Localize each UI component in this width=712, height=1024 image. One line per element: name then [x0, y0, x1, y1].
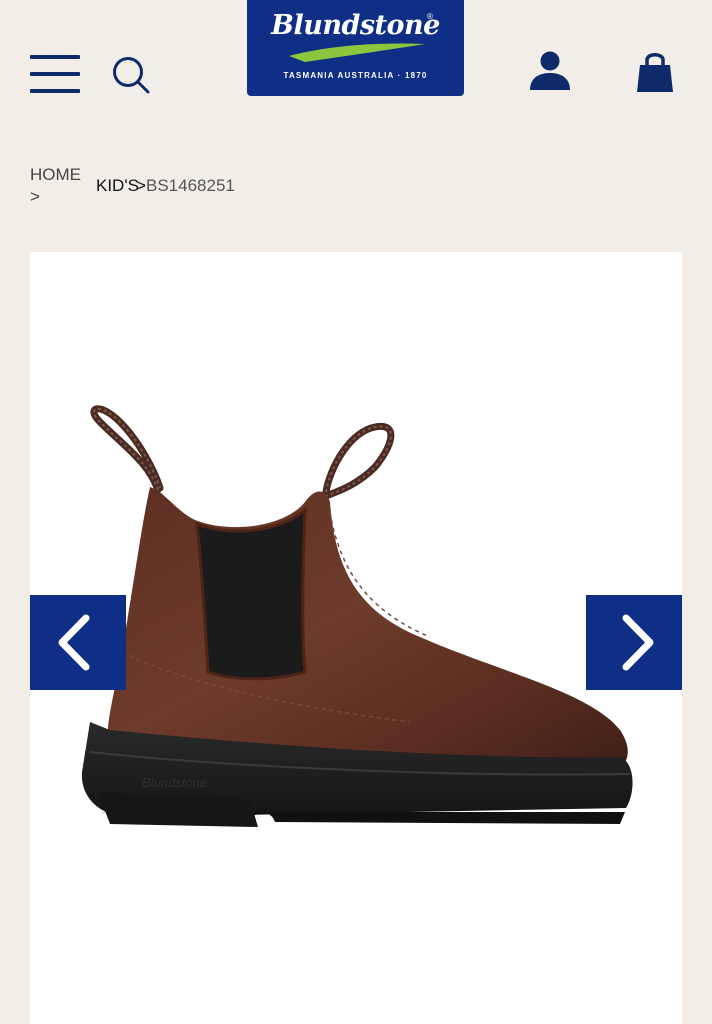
- product-image[interactable]: Blundstone: [30, 252, 682, 1024]
- menu-line: [30, 89, 80, 93]
- logo-tagline: TASMANIA AUSTRALIA · 1870: [283, 71, 428, 80]
- menu-line: [30, 72, 80, 76]
- registered-mark: ®: [427, 12, 433, 21]
- breadcrumb-current: BS1468251: [146, 176, 235, 195]
- previous-image-button[interactable]: [30, 595, 126, 690]
- breadcrumb-kids-link[interactable]: KID'S: [96, 175, 139, 197]
- brand-logo[interactable]: Blundstone ® TASMANIA AUSTRALIA · 1870: [247, 0, 464, 96]
- chevron-right-icon: [622, 614, 654, 671]
- chevron-left-icon: [58, 614, 90, 671]
- search-icon[interactable]: [112, 56, 150, 94]
- breadcrumb-separator: >: [30, 187, 40, 206]
- breadcrumb-separator: >: [136, 176, 146, 195]
- product-gallery: Blundstone: [30, 252, 682, 1024]
- logo-swoosh: [289, 43, 425, 62]
- user-icon[interactable]: [528, 50, 572, 94]
- breadcrumb-home-link[interactable]: HOME: [30, 164, 90, 186]
- site-header: Blundstone ® TASMANIA AUSTRALIA · 1870: [0, 0, 712, 140]
- menu-line: [30, 55, 80, 59]
- svg-text:Blundstone: Blundstone: [142, 775, 207, 790]
- shopping-bag-icon[interactable]: [634, 50, 676, 94]
- hamburger-menu-icon[interactable]: [30, 55, 80, 95]
- next-image-button[interactable]: [586, 595, 682, 690]
